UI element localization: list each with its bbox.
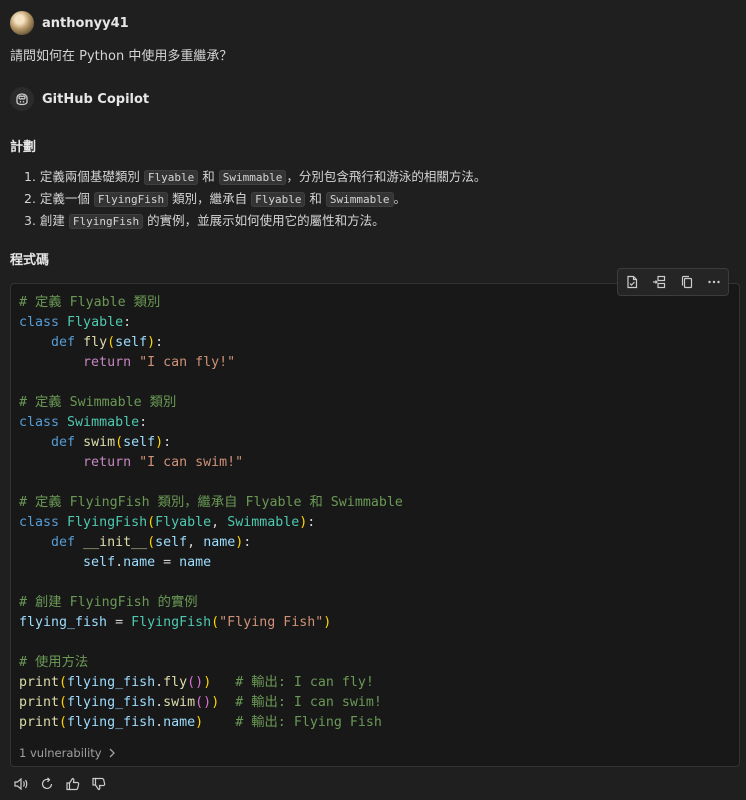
vulnerability-link[interactable]: 1 vulnerability: [19, 746, 116, 760]
code-line: # 定義 Flyable 類別: [19, 295, 161, 310]
avatar: [10, 11, 34, 35]
plan-list: 1. 定義兩個基礎類別 Flyable 和 Swimmable ，分別包含飛行和游…: [24, 166, 486, 232]
read-aloud-button[interactable]: [12, 775, 30, 793]
list-item: 2. 定義一個 FlyingFish 類別，繼承自 Flyable 和 Swim…: [24, 191, 407, 207]
more-actions-icon: [708, 280, 720, 284]
vulnerability-label: 1 vulnerability: [19, 746, 102, 760]
copy-button[interactable]: [676, 271, 698, 293]
read-aloud-icon: [14, 777, 28, 791]
username: anthonyy41: [42, 15, 129, 31]
chevron-right-icon: [109, 748, 115, 758]
insert-at-cursor-button[interactable]: [648, 271, 670, 293]
copilot-icon: [10, 87, 34, 111]
inline-code: Flyable: [251, 192, 306, 207]
retry-icon: [41, 777, 53, 790]
inline-code: Swimmable: [325, 192, 394, 207]
apply-in-editor-icon: [627, 275, 637, 289]
list-item: 3. 創建 FlyingFish 的實例，並展示如何使用它的屬性和方法。: [24, 213, 385, 229]
inline-code: Flyable: [143, 170, 199, 185]
thumbs-up-button[interactable]: [64, 775, 82, 793]
code-line: print(flying_fish.name) # 輸出: Flying Fis…: [19, 715, 382, 730]
retry-button[interactable]: [38, 775, 56, 793]
apply-in-editor-button[interactable]: [621, 271, 643, 293]
insert-at-cursor-icon: [653, 275, 666, 289]
more-actions-button[interactable]: [703, 271, 725, 293]
inline-code: FlyingFish: [93, 192, 169, 207]
response-actions: [12, 775, 108, 793]
code-line: print(flying_fish.swim()) # 輸出: I can sw…: [19, 695, 382, 710]
assistant-name: GitHub Copilot: [42, 91, 150, 107]
code-line: return "I can fly!": [83, 355, 236, 370]
copy-icon: [681, 275, 692, 289]
assistant-header: GitHub Copilot: [10, 87, 149, 111]
code-line: def fly(self):: [51, 335, 164, 350]
code-line: # 定義 FlyingFish 類別，繼承自 Flyable 和 Swimmab…: [19, 495, 403, 510]
code-line: print(flying_fish.fly()) # 輸出: I can fly…: [19, 675, 374, 690]
code-line: return "I can swim!": [83, 455, 244, 470]
code-line: flying_fish = FlyingFish("Flying Fish"): [19, 615, 332, 630]
code-toolbar: [617, 268, 729, 296]
code-line: self.name = name: [83, 555, 212, 570]
plan-heading: 計劃: [10, 140, 37, 155]
code-line: # 創建 FlyingFish 的實例: [19, 595, 198, 610]
thumbs-down-button[interactable]: [90, 775, 108, 793]
inline-code: FlyingFish: [68, 214, 144, 229]
code-line: class FlyingFish(Flyable, Swimmable):: [19, 515, 316, 530]
code-content[interactable]: # 定義 Flyable 類別 class Flyable: def fly(se…: [19, 293, 403, 733]
user-header: anthonyy41: [10, 11, 129, 35]
code-line: def __init__(self, name):: [51, 535, 252, 550]
thumbs-down-icon: [92, 777, 106, 791]
code-line: # 使用方法: [19, 655, 89, 670]
code-line: # 定義 Swimmable 類別: [19, 395, 177, 410]
code-line: class Flyable:: [19, 315, 132, 330]
user-question: 請問如何在 Python 中使用多重繼承？: [10, 49, 233, 64]
code-heading: 程式碼: [10, 253, 50, 268]
inline-code: Swimmable: [218, 170, 287, 185]
code-line: def swim(self):: [51, 435, 172, 450]
list-item: 1. 定義兩個基礎類別 Flyable 和 Swimmable ，分別包含飛行和游…: [24, 169, 487, 185]
thumbs-up-icon: [66, 777, 80, 791]
code-line: class Swimmable:: [19, 415, 148, 430]
